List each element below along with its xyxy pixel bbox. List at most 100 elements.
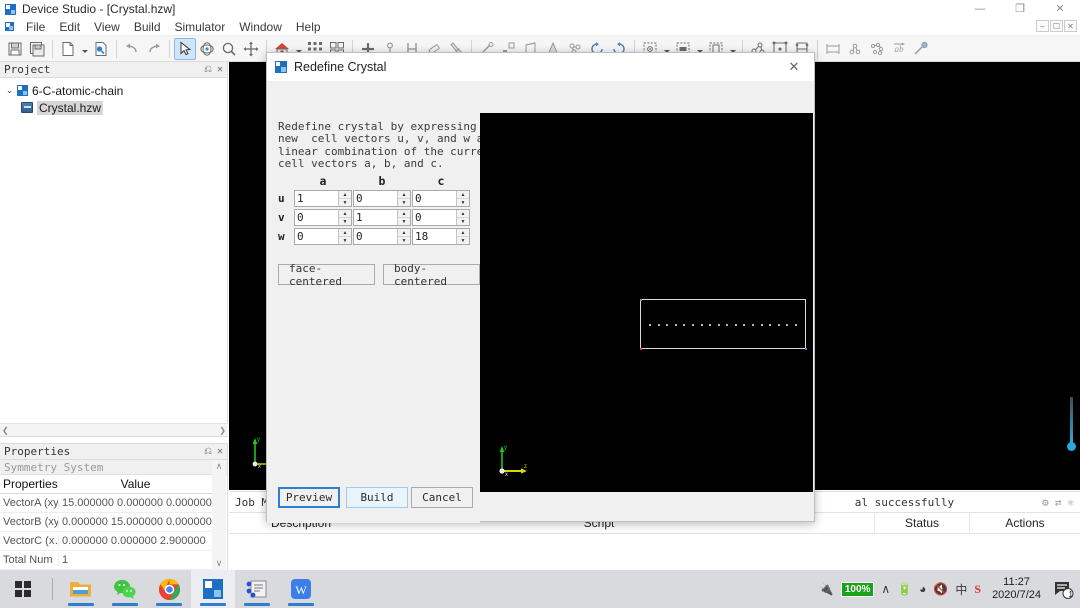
spin-down-icon[interactable]: ▼ — [398, 237, 410, 244]
power-plug-icon[interactable]: 🔌 — [819, 582, 834, 596]
dialog-preview-viewport[interactable]: y z x — [480, 113, 813, 492]
battery-icon[interactable]: 🔋 — [897, 582, 912, 596]
spinbox-w-b-input[interactable] — [354, 229, 396, 244]
taskbar-wps-office[interactable]: W — [279, 570, 323, 608]
spinbox-u-a-buttons[interactable]: ▲ ▼ — [338, 191, 351, 206]
spin-up-icon[interactable]: ▲ — [339, 191, 351, 199]
spin-up-icon[interactable]: ▲ — [398, 191, 410, 199]
spinbox-u-c-input[interactable] — [413, 191, 455, 206]
toolbar-redo-button[interactable] — [143, 38, 165, 60]
spinbox-w-c-buttons[interactable]: ▲ ▼ — [456, 229, 469, 244]
taskbar-notes-app[interactable] — [235, 570, 279, 608]
symmetry-system-combo[interactable]: Symmetry System ▼ — [0, 460, 227, 475]
toolbar-save-button[interactable] — [4, 38, 26, 60]
menu-file[interactable]: File — [19, 18, 52, 36]
toolbar-new-file-button[interactable] — [57, 38, 79, 60]
tree-item-crystal-file[interactable]: Crystal.hzw — [4, 99, 227, 116]
toolbar-pan-move-button[interactable] — [240, 38, 262, 60]
spinbox-w-b[interactable]: ▲ ▼ — [353, 228, 411, 245]
spinbox-w-c[interactable]: ▲ ▼ — [412, 228, 470, 245]
table-row[interactable]: VectorC (x… 0.000000 0.000000 2.900000 — [0, 532, 213, 551]
taskbar-clock[interactable]: 11:27 2020/7/24 — [992, 576, 1041, 602]
scroll-down-icon[interactable]: ∨ — [216, 558, 223, 569]
settings-icon[interactable]: ⚙ — [1042, 496, 1049, 509]
chevron-down-icon[interactable] — [79, 38, 90, 60]
battery-percent-badge[interactable]: 100% — [840, 581, 875, 597]
column-header-actions[interactable]: Actions — [970, 512, 1080, 534]
menu-view[interactable]: View — [87, 18, 127, 36]
spinbox-u-b-buttons[interactable]: ▲ ▼ — [397, 191, 410, 206]
toolbar-select-arrow-button[interactable] — [174, 37, 196, 60]
toolbar-ab-label-button[interactable]: ab — [888, 38, 910, 60]
spin-up-icon[interactable]: ▲ — [398, 210, 410, 218]
project-float-icon[interactable]: ⎌ — [204, 64, 212, 75]
refresh-icon[interactable]: ⚛ — [1067, 496, 1074, 509]
table-row[interactable]: VectorA (xyz) 15.000000 0.000000 0.00000… — [0, 494, 213, 513]
spinbox-u-b[interactable]: ▲ ▼ — [353, 190, 411, 207]
wifi-icon[interactable]: ◕ — [919, 582, 926, 596]
ime-language-icon[interactable]: 中 — [955, 581, 967, 598]
spinbox-v-a-input[interactable] — [295, 210, 337, 225]
taskbar-device-studio[interactable] — [191, 570, 235, 608]
face-centered-button[interactable]: face-centered — [278, 262, 375, 288]
toolbar-undo-button[interactable] — [121, 38, 143, 60]
close-button[interactable]: ✕ — [1040, 0, 1080, 18]
build-button[interactable]: Build — [346, 487, 408, 508]
spinbox-u-a-input[interactable] — [295, 191, 337, 206]
spin-up-icon[interactable]: ▲ — [457, 210, 469, 218]
scroll-right-icon[interactable]: ❯ — [219, 426, 226, 435]
sogou-input-icon[interactable]: S — [974, 582, 981, 597]
spinbox-u-a[interactable]: ▲ ▼ — [294, 190, 352, 207]
spinbox-w-a[interactable]: ▲ ▼ — [294, 228, 352, 245]
spin-down-icon[interactable]: ▼ — [339, 237, 351, 244]
chevron-up-icon[interactable]: ∧ — [881, 582, 890, 596]
tree-item-project-root[interactable]: ⌄ 6-C-atomic-chain — [4, 82, 227, 99]
slider-knob[interactable] — [1067, 442, 1076, 451]
project-horizontal-scrollbar[interactable]: ❮ ❯ — [0, 423, 228, 436]
spin-down-icon[interactable]: ▼ — [398, 199, 410, 206]
taskbar-google-chrome[interactable] — [147, 570, 191, 608]
spinbox-u-b-input[interactable] — [354, 191, 396, 206]
volume-muted-icon[interactable]: 🔇 — [933, 582, 948, 596]
notification-center-button[interactable]: 1 — [1052, 578, 1074, 600]
toolbar-zoom-button[interactable] — [218, 38, 240, 60]
spinbox-v-c[interactable]: ▲ ▼ — [412, 209, 470, 226]
maximize-button[interactable]: ❐ — [1000, 0, 1040, 18]
toolbar-rotate-button[interactable] — [196, 38, 218, 60]
scroll-left-icon[interactable]: ❮ — [2, 426, 9, 435]
spinbox-w-a-buttons[interactable]: ▲ ▼ — [338, 229, 351, 244]
spin-down-icon[interactable]: ▼ — [339, 218, 351, 225]
chevron-down-icon[interactable]: ⌄ — [4, 85, 15, 96]
spinbox-v-c-input[interactable] — [413, 210, 455, 225]
toolbar-save-all-button[interactable] — [26, 38, 48, 60]
minimize-button[interactable]: — — [960, 0, 1000, 18]
spin-down-icon[interactable]: ▼ — [457, 218, 469, 225]
mdi-close-button[interactable]: ✕ — [1064, 20, 1077, 32]
table-row[interactable]: Total Num 1 — [0, 551, 213, 570]
spin-down-icon[interactable]: ▼ — [339, 199, 351, 206]
menu-edit[interactable]: Edit — [52, 18, 87, 36]
spinbox-w-b-buttons[interactable]: ▲ ▼ — [397, 229, 410, 244]
menu-window[interactable]: Window — [232, 18, 289, 36]
menu-build[interactable]: Build — [127, 18, 168, 36]
spinbox-v-b[interactable]: ▲ ▼ — [353, 209, 411, 226]
viewport-zoom-slider[interactable] — [1067, 397, 1076, 457]
cancel-button[interactable]: Cancel — [411, 487, 473, 508]
shuffle-icon[interactable]: ⇄ — [1055, 496, 1062, 509]
toolbar-nanostructure-button[interactable] — [866, 38, 888, 60]
toolbar-open-file-button[interactable] — [90, 38, 112, 60]
scroll-up-icon[interactable]: ∧ — [216, 461, 223, 472]
mdi-minimize-button[interactable]: – — [1036, 20, 1049, 32]
properties-float-icon[interactable]: ⎌ — [204, 446, 212, 457]
spinbox-u-c[interactable]: ▲ ▼ — [412, 190, 470, 207]
preview-button[interactable]: Preview — [278, 487, 340, 508]
menu-simulator[interactable]: Simulator — [168, 18, 233, 36]
properties-close-icon[interactable]: ✕ — [217, 446, 223, 457]
taskbar-wechat[interactable] — [103, 570, 147, 608]
spinbox-v-b-input[interactable] — [354, 210, 396, 225]
spinbox-v-c-buttons[interactable]: ▲ ▼ — [456, 210, 469, 225]
spin-up-icon[interactable]: ▲ — [339, 210, 351, 218]
toolbar-symmetry-button[interactable] — [844, 38, 866, 60]
spinbox-u-c-buttons[interactable]: ▲ ▼ — [456, 191, 469, 206]
spin-down-icon[interactable]: ▼ — [457, 237, 469, 244]
